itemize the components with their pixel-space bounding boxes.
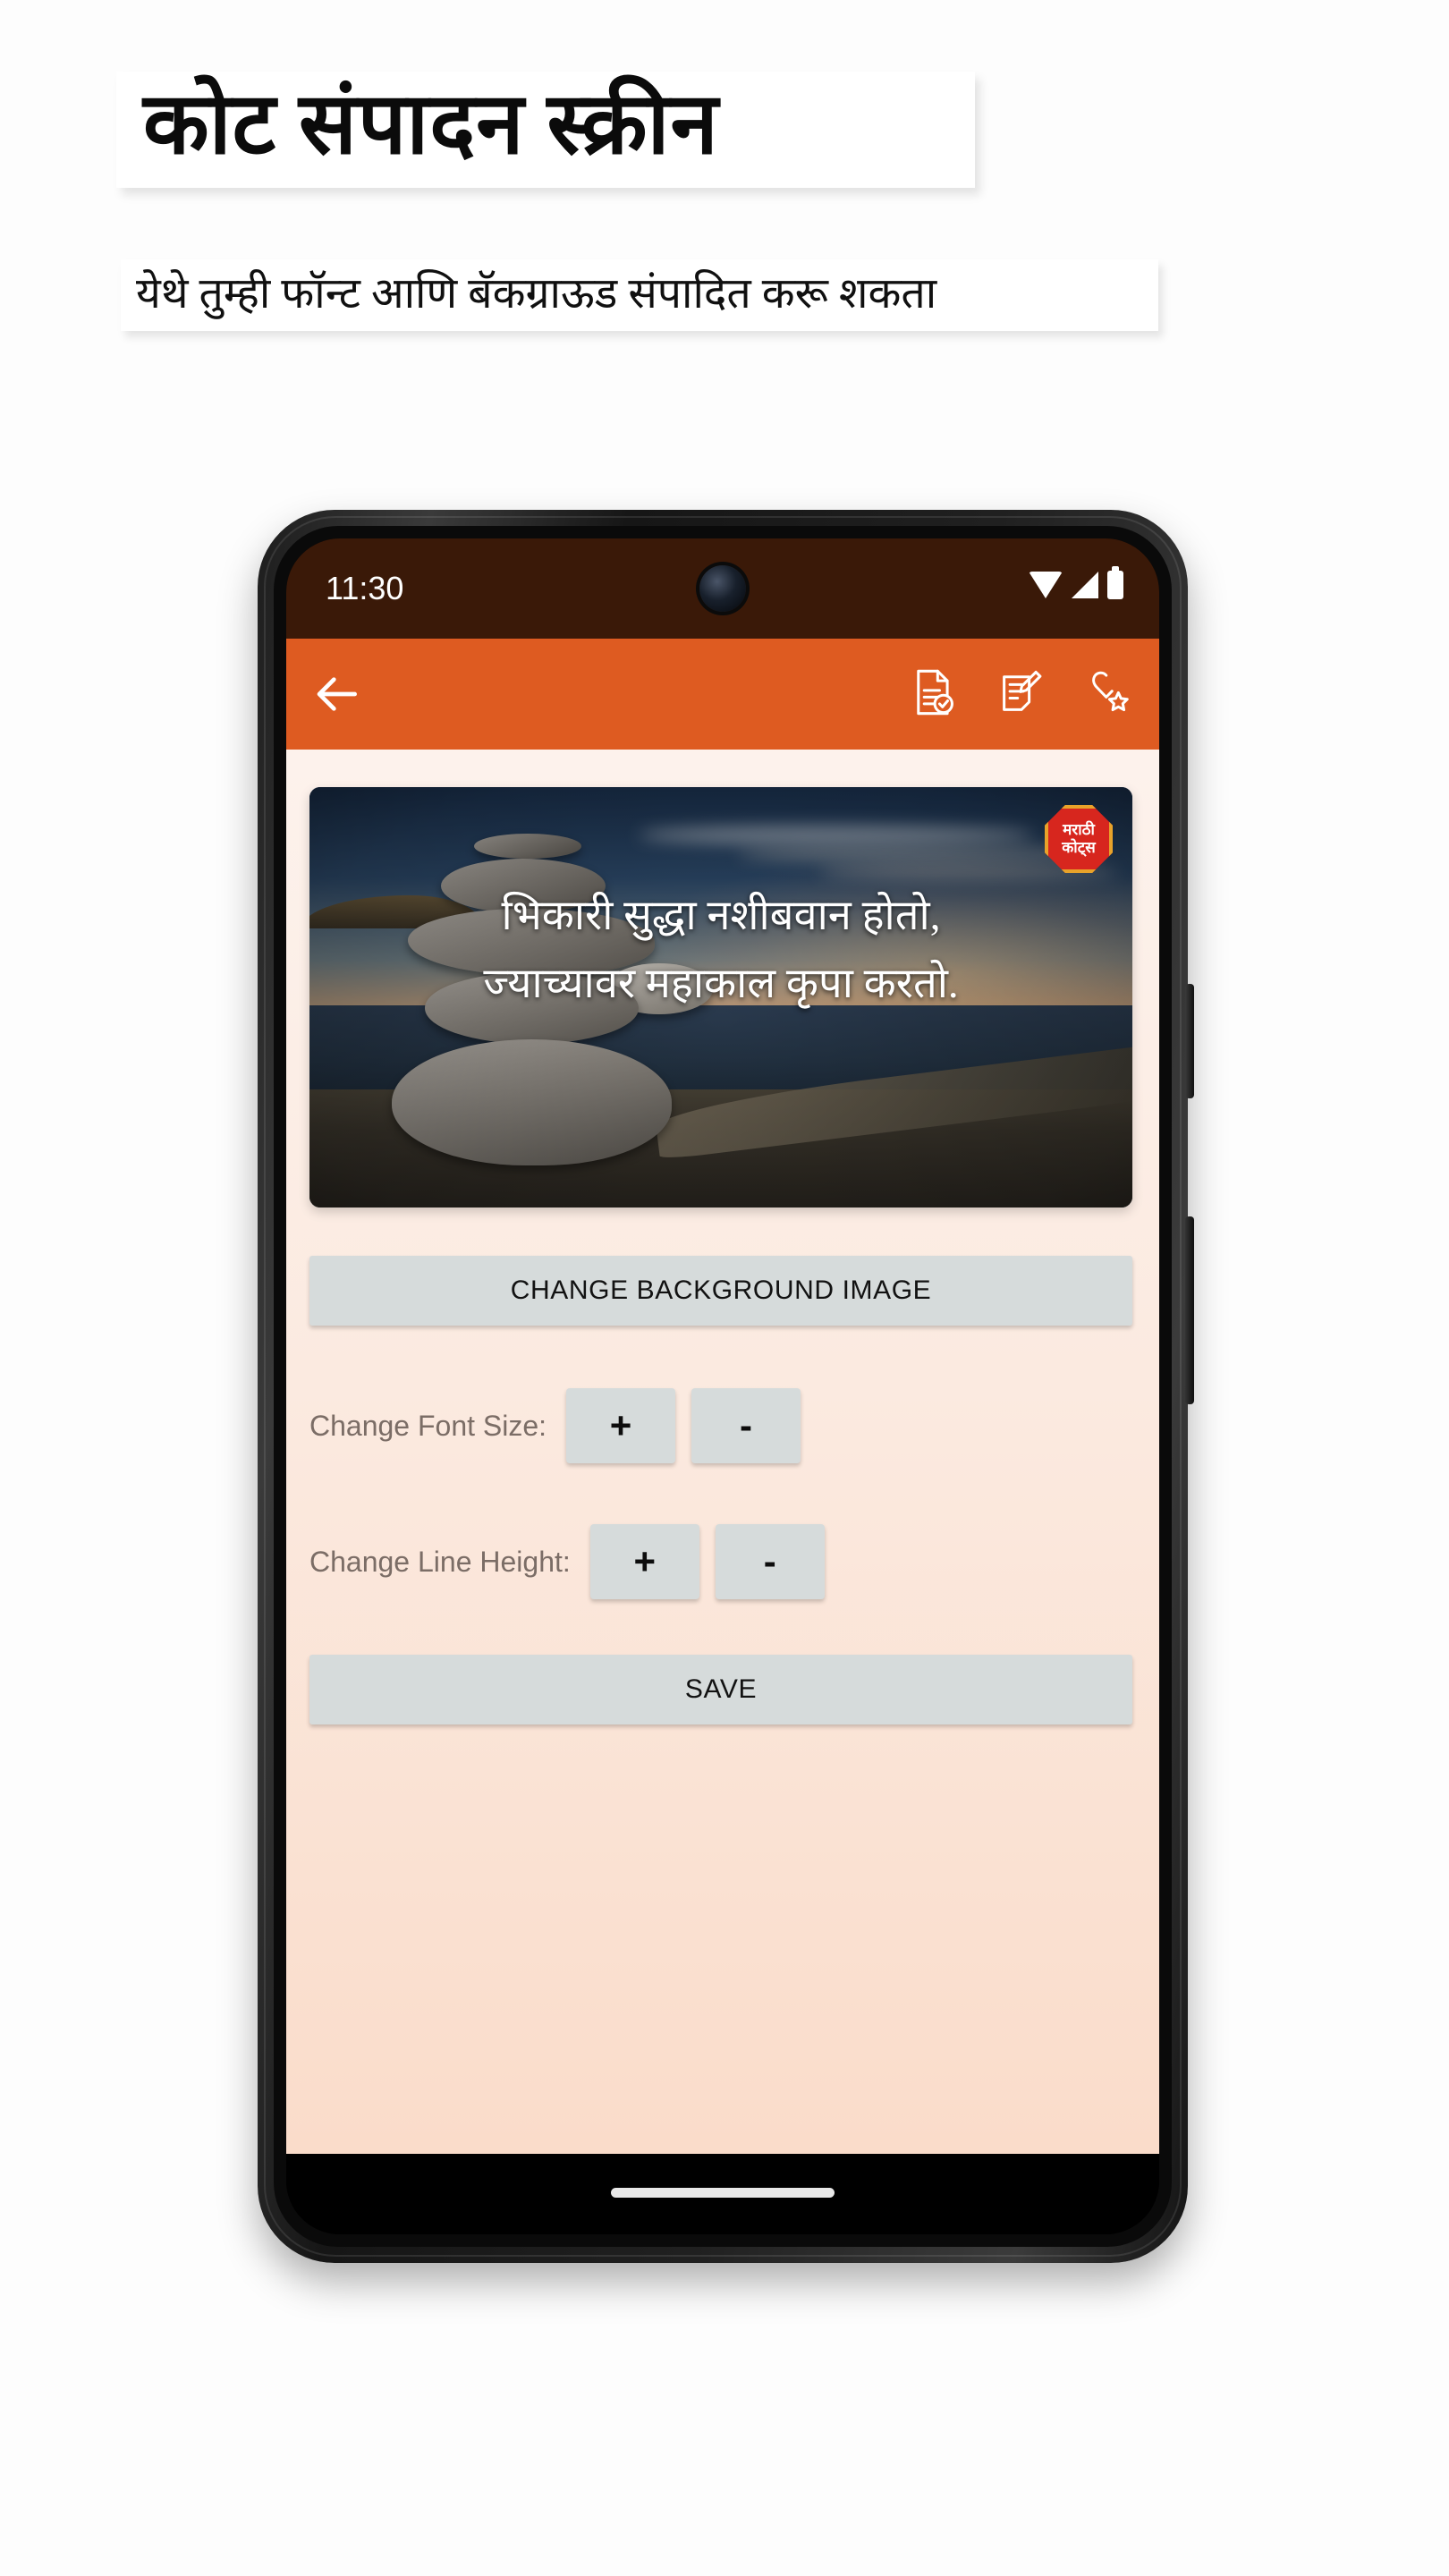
volume-button[interactable] xyxy=(1185,1216,1194,1404)
app-bar-actions xyxy=(911,667,1132,717)
app-bar xyxy=(286,639,1159,750)
heart-star-favorite-icon[interactable] xyxy=(1086,667,1132,717)
change-background-image-button[interactable]: CHANGE BACKGROUND IMAGE xyxy=(309,1256,1132,1326)
line-height-label: Change Line Height: xyxy=(309,1545,571,1578)
editor-content: भिकारी सुद्धा नशीबवान होतो, ज्याच्यावर म… xyxy=(286,750,1159,2154)
line-height-increase-button[interactable]: + xyxy=(589,1524,699,1599)
font-size-increase-button[interactable]: + xyxy=(566,1388,676,1463)
watermark-line-1: मराठी xyxy=(1063,821,1095,838)
quote-preview-card[interactable]: भिकारी सुद्धा नशीबवान होतो, ज्याच्यावर म… xyxy=(309,787,1132,1208)
status-time: 11:30 xyxy=(326,570,404,606)
font-size-label: Change Font Size: xyxy=(309,1409,547,1442)
font-size-row: Change Font Size: + - xyxy=(309,1385,1132,1467)
font-size-decrease-button[interactable]: - xyxy=(691,1388,801,1463)
status-icons xyxy=(1029,566,1123,599)
quote-line-2: ज्याच्यावर महाकाल कृपा करतो. xyxy=(483,961,959,1007)
battery-icon xyxy=(1107,566,1123,599)
phone-device-mockup: 11:30 भिकारी सुद्धा नशीबवान होतो, ज्याच्… xyxy=(258,510,1194,2263)
page-subtitle: येथे तुम्ही फॉन्ट आणि बॅकग्राऊड संपादित … xyxy=(136,270,937,318)
signal-icon xyxy=(1072,572,1098,598)
page-title: कोट संपादन स्क्रीन xyxy=(143,76,719,172)
phone-screen: 11:30 भिकारी सुद्धा नशीबवान होतो, ज्याच्… xyxy=(286,538,1159,2234)
wifi-icon xyxy=(1029,572,1063,598)
status-bar: 11:30 xyxy=(286,538,1159,639)
save-button[interactable]: SAVE xyxy=(309,1655,1132,1724)
line-height-row: Change Line Height: + - xyxy=(309,1521,1132,1603)
quote-text: भिकारी सुद्धा नशीबवान होतो, ज्याच्यावर म… xyxy=(309,882,1132,1018)
home-indicator[interactable] xyxy=(611,2188,835,2198)
line-height-decrease-button[interactable]: - xyxy=(715,1524,825,1599)
quote-line-1: भिकारी सुद्धा नशीबवान होतो, xyxy=(501,893,941,939)
back-arrow-icon[interactable] xyxy=(313,669,363,719)
power-button[interactable] xyxy=(1185,984,1194,1098)
gesture-navigation-bar xyxy=(286,2154,1159,2234)
front-camera-icon xyxy=(699,565,746,612)
watermark-line-2: कोट्स xyxy=(1062,839,1096,856)
document-check-icon[interactable] xyxy=(911,667,957,717)
edit-document-icon[interactable] xyxy=(998,667,1045,717)
watermark-badge: मराठी कोट्स xyxy=(1045,805,1113,873)
